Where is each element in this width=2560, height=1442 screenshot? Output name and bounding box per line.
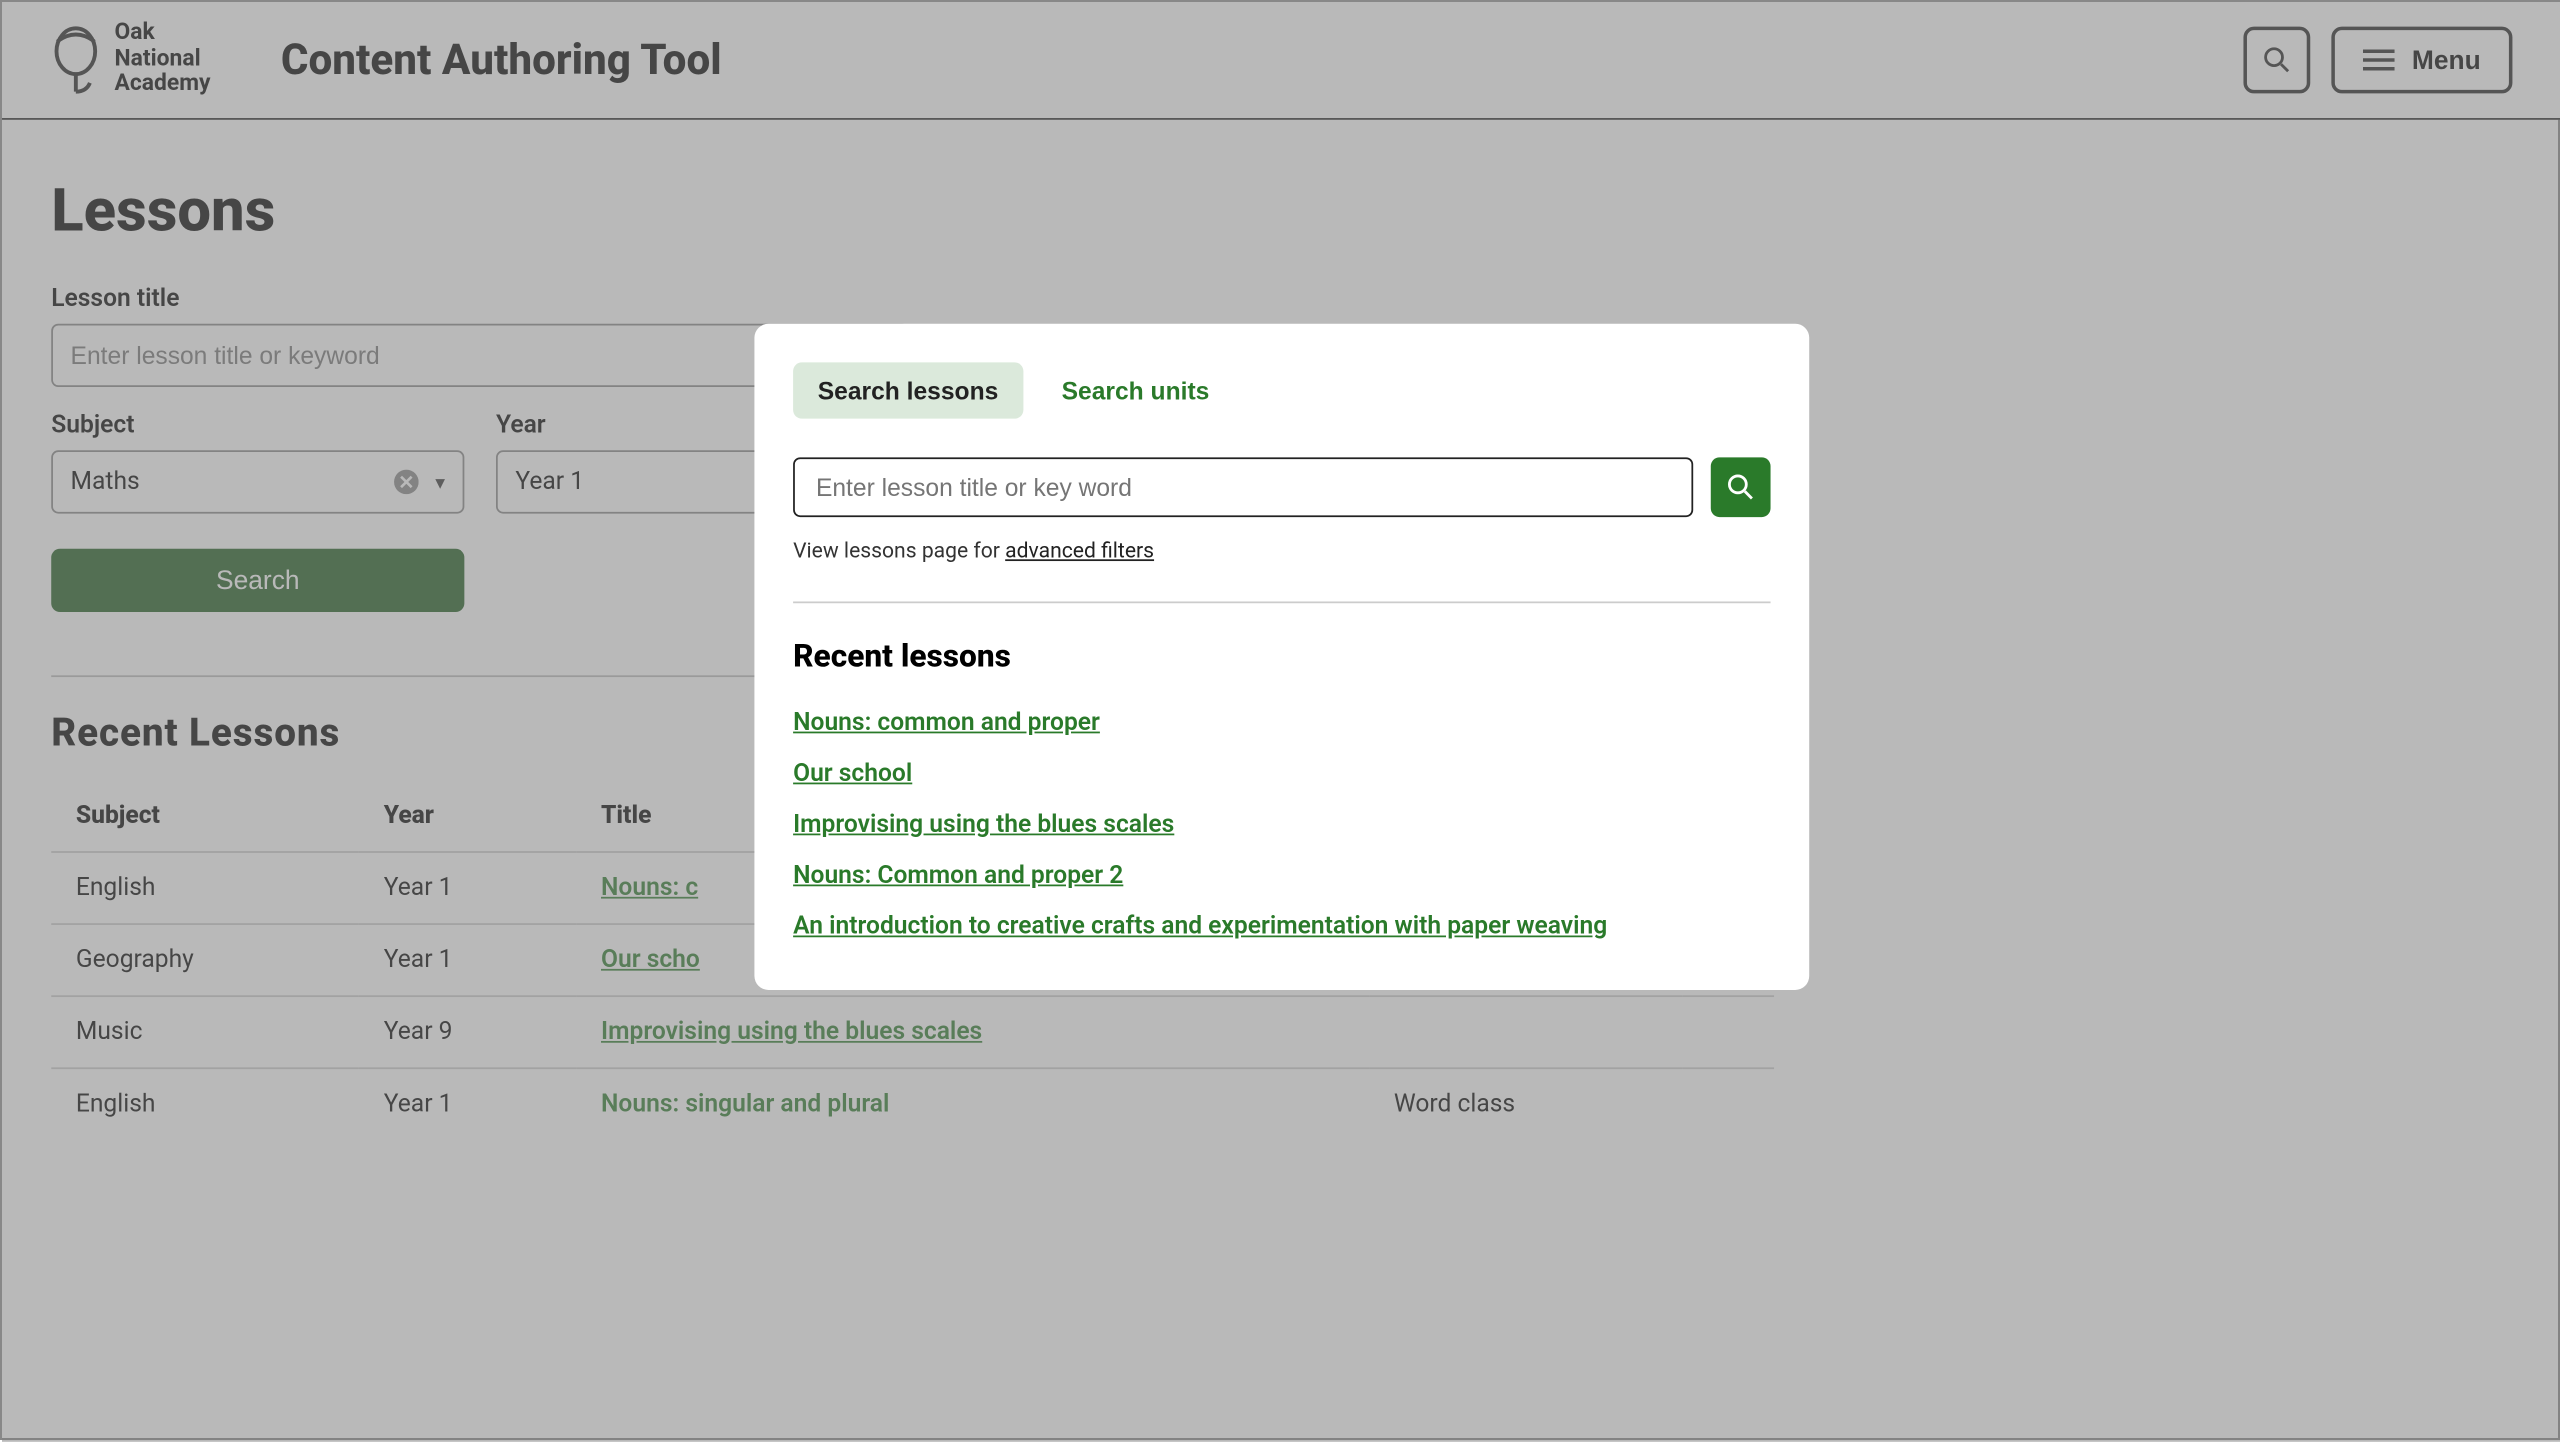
modal-hint: View lessons page for advanced filters [793,538,1770,563]
list-item: Nouns: Common and proper 2 [793,856,1770,889]
modal-divider [793,601,1770,603]
modal-search-input[interactable] [793,457,1693,517]
recent-lesson-link[interactable]: Nouns: common and proper [793,709,1100,737]
search-modal: Search lessons Search units View lessons… [754,324,1809,990]
list-item: An introduction to creative crafts and e… [793,907,1770,940]
list-item: Nouns: common and proper [793,703,1770,736]
modal-recent-heading: Recent lessons [793,638,1770,675]
list-item: Our school [793,754,1770,787]
modal-search-button[interactable] [1711,457,1771,517]
recent-lesson-link[interactable]: Improvising using the blues scales [793,811,1174,839]
tab-search-lessons[interactable]: Search lessons [793,362,1023,418]
search-icon [1727,473,1755,501]
modal-tabs: Search lessons Search units [793,362,1770,418]
recent-lesson-link[interactable]: An introduction to creative crafts and e… [793,913,1607,941]
recent-lesson-link[interactable]: Our school [793,760,912,788]
advanced-filters-link[interactable]: advanced filters [1005,538,1154,563]
recent-lesson-link[interactable]: Nouns: Common and proper 2 [793,862,1123,890]
tab-search-units[interactable]: Search units [1037,362,1234,418]
modal-overlay[interactable]: Search lessons Search units View lessons… [2,2,2560,1442]
list-item: Improvising using the blues scales [793,805,1770,838]
hint-prefix: View lessons page for [793,538,1005,563]
recent-lessons-list: Nouns: common and proper Our school Improv… [793,703,1770,940]
